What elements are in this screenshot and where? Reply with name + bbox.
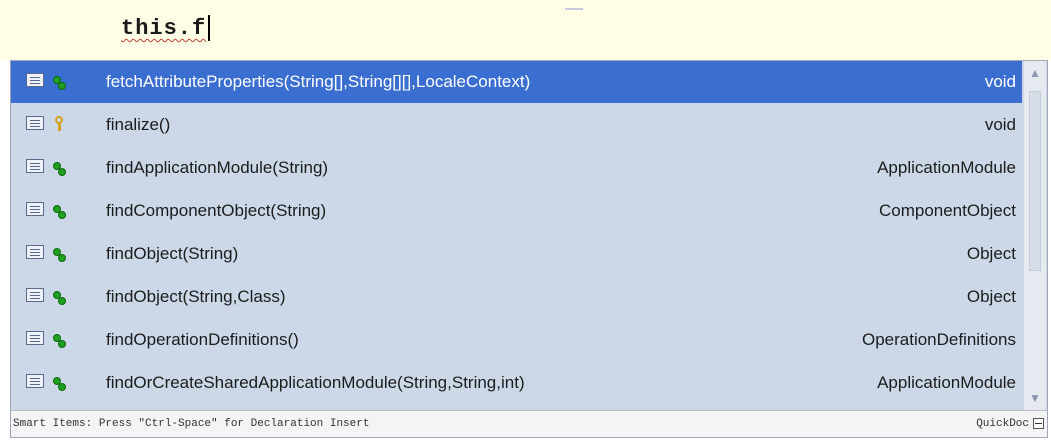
- doc-icon: [26, 73, 44, 87]
- method-icon: [53, 334, 66, 348]
- code-completion-popup: fetchAttributeProperties(String[],String…: [10, 60, 1048, 438]
- method-signature: finalize(): [106, 115, 171, 134]
- code-input-text[interactable]: this.f: [121, 14, 211, 44]
- method-icon: [53, 205, 66, 219]
- return-type: ComponentObject: [878, 201, 1016, 220]
- completion-item[interactable]: finalize() void: [11, 104, 1022, 146]
- quickdoc-label[interactable]: QuickDoc: [976, 411, 1029, 437]
- completion-status-bar: Smart Items: Press "Ctrl-Space" for Decl…: [11, 410, 1047, 437]
- completion-item[interactable]: findObject(String) Object: [11, 233, 1022, 275]
- method-icon: [53, 248, 66, 262]
- method-icon: [53, 377, 66, 391]
- return-type: ApplicationModule: [877, 158, 1016, 177]
- vertical-scrollbar[interactable]: ▲ ▼: [1024, 61, 1046, 410]
- doc-icon: [26, 159, 44, 173]
- method-signature: findComponentObject(String): [106, 201, 327, 220]
- method-icon: [53, 76, 66, 90]
- method-signature: fetchAttributeProperties(String[],String…: [106, 72, 531, 91]
- scroll-thumb[interactable]: [1029, 91, 1041, 271]
- doc-icon: [26, 202, 44, 216]
- method-icon: [53, 162, 66, 176]
- return-type: void: [984, 115, 1016, 134]
- scroll-up-icon[interactable]: ▲: [1028, 67, 1042, 79]
- collapse-icon[interactable]: [1033, 418, 1044, 429]
- return-type: Object: [966, 244, 1016, 263]
- smart-items-hint: Smart Items: Press "Ctrl-Space" for Decl…: [13, 418, 370, 430]
- completion-item[interactable]: findOperationDefinitions() OperationDefi…: [11, 319, 1022, 361]
- method-signature: findObject(String,Class): [106, 287, 286, 306]
- doc-icon: [26, 245, 44, 259]
- return-type: void: [984, 72, 1016, 91]
- editor-marker: [565, 8, 583, 10]
- doc-icon: [26, 374, 44, 388]
- method-signature: findOperationDefinitions(): [106, 330, 299, 349]
- doc-icon: [26, 288, 44, 302]
- editor-current-line[interactable]: this.f: [0, 0, 1051, 60]
- method-icon: [53, 291, 66, 305]
- text-caret: [208, 15, 211, 42]
- completion-item[interactable]: findComponentObject(String) ComponentObj…: [11, 190, 1022, 232]
- completion-item[interactable]: findOrCreateSharedApplicationModule(Stri…: [11, 362, 1022, 404]
- doc-icon: [26, 331, 44, 345]
- completion-list: fetchAttributeProperties(String[],String…: [11, 61, 1022, 410]
- completion-item[interactable]: findApplicationModule(String) Applicatio…: [11, 147, 1022, 189]
- method-signature: findOrCreateSharedApplicationModule(Stri…: [106, 373, 525, 392]
- method-signature: findApplicationModule(String): [106, 158, 329, 177]
- key-icon: [54, 116, 66, 132]
- return-type: Object: [966, 287, 1016, 306]
- return-type: OperationDefinitions: [861, 330, 1016, 349]
- code-line-text: this.f: [121, 16, 207, 41]
- doc-icon: [26, 116, 44, 130]
- return-type: ApplicationModule: [877, 373, 1016, 392]
- method-signature: findObject(String): [106, 244, 239, 263]
- completion-item[interactable]: fetchAttributeProperties(String[],String…: [11, 61, 1022, 103]
- completion-item[interactable]: findObject(String,Class) Object: [11, 276, 1022, 318]
- scroll-down-icon[interactable]: ▼: [1028, 392, 1042, 404]
